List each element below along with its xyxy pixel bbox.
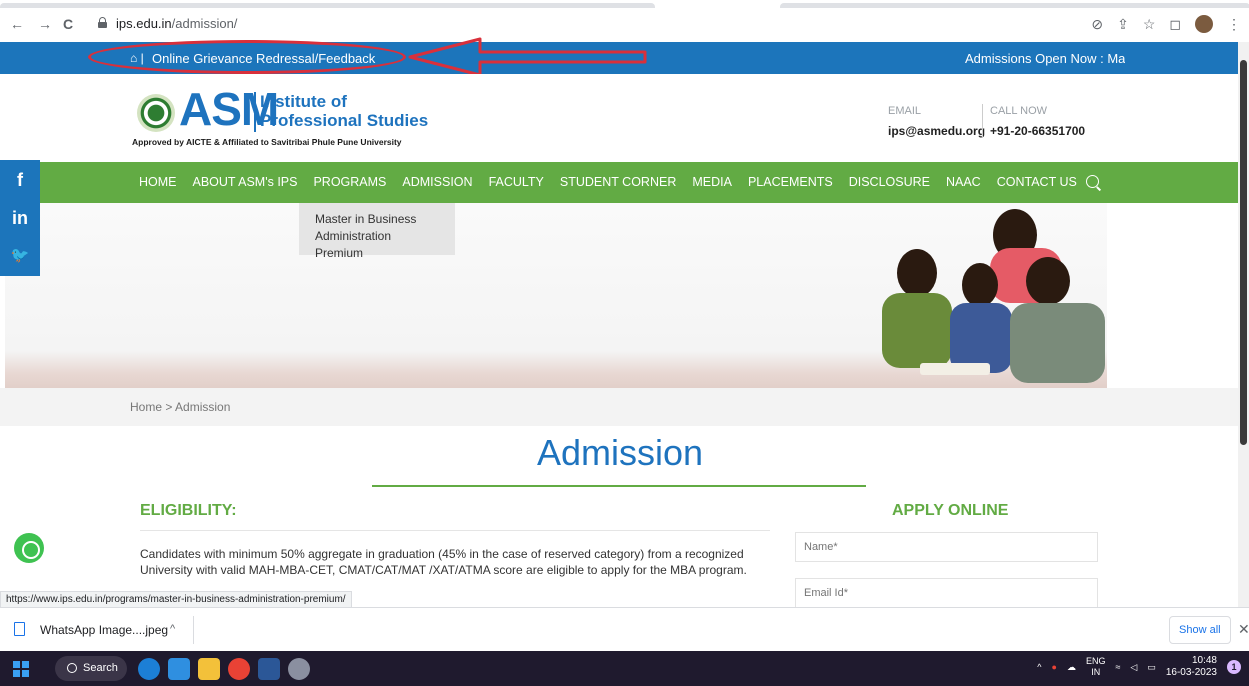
title-underline [372,485,866,487]
breadcrumb-text[interactable]: Home > Admission [130,400,230,414]
windows-taskbar: Search ^ ● ☁ ENG IN ≈ ◁ ▭ 10:48 16-03-2023… [0,651,1249,686]
programs-dropdown-item[interactable]: Master in Business Administration Premiu… [299,203,455,260]
lens-icon[interactable]: ⊘ [1091,16,1103,33]
eligibility-heading: ELIGIBILITY: [140,502,237,519]
nav-programs[interactable]: PROGRAMS [305,162,394,203]
notification-badge[interactable]: 1 [1227,660,1241,674]
nav-contact-us[interactable]: CONTACT US [989,162,1085,203]
linkedin-icon[interactable]: in [0,198,40,238]
annotation-ellipse [88,40,406,74]
image-file-icon [14,622,25,636]
show-all-button[interactable]: Show all [1169,616,1231,644]
email-label: EMAIL [888,105,922,117]
kebab-menu-icon[interactable]: ⋮ [1227,16,1241,33]
nav-faculty[interactable]: FACULTY [481,162,552,203]
students-photo [882,209,1105,383]
nav-home[interactable]: HOME [131,162,185,203]
main-nav: HOME ABOUT ASM's IPS PROGRAMS ADMISSION … [0,162,1249,203]
clock[interactable]: 10:48 16-03-2023 [1166,655,1217,679]
mail-icon[interactable] [168,658,190,680]
nav-naac[interactable]: NAAC [938,162,989,203]
chrome-icon[interactable] [228,658,250,680]
contact-divider [982,104,983,138]
annotation-arrow-icon [408,37,647,77]
language-indicator[interactable]: ENG IN [1086,656,1106,678]
eligibility-text: Candidates with minimum 50% aggregate in… [140,547,747,577]
share-icon[interactable]: ⇪ [1117,16,1129,33]
browser-tab[interactable] [780,3,1249,8]
nav-disclosure[interactable]: DISCLOSURE [841,162,938,203]
hero-banner [5,203,1107,388]
link-status-bubble: https://www.ips.edu.in/programs/master-i… [0,591,352,608]
address-bar[interactable]: ips.edu.in/admission/ [88,14,1138,34]
download-file-name[interactable]: WhatsApp Image....jpeg [40,623,168,637]
whatsapp-icon[interactable] [14,533,44,563]
app-icon[interactable] [288,658,310,680]
reload-button[interactable]: C [63,17,73,31]
file-explorer-icon[interactable] [198,658,220,680]
email-link[interactable]: ips@asmedu.org [888,124,985,138]
asm-seal-logo[interactable] [137,94,175,132]
twitter-icon[interactable]: 🐦 [0,236,40,276]
eligibility-divider [140,530,770,531]
system-tray: ^ ● ☁ ENG IN ≈ ◁ ▭ 10:48 16-03-2023 1 [1037,655,1241,679]
url-text: ips.edu.in/admission/ [116,16,238,31]
word-icon[interactable] [258,658,280,680]
browser-tab-active[interactable] [0,3,655,8]
bookmark-star-icon[interactable]: ☆ [1143,16,1156,33]
tray-network-icon[interactable]: ☁ [1067,662,1076,673]
tray-app-icon[interactable]: ● [1052,662,1057,672]
tab-strip [0,0,1249,8]
side-panel-icon[interactable]: ◻ [1169,16,1181,33]
chevron-up-icon[interactable]: ^ [170,623,175,635]
call-label: CALL NOW [990,105,1048,117]
taskbar-search[interactable]: Search [55,656,127,681]
logo-divider [254,92,256,132]
name-field[interactable] [795,532,1098,562]
search-icon[interactable] [1086,175,1099,188]
chevron-up-icon[interactable]: ^ [1037,662,1041,672]
wifi-icon[interactable]: ≈ [1115,662,1120,672]
nav-student-corner[interactable]: STUDENT CORNER [552,162,684,203]
breadcrumb: Home > Admission [0,388,1249,426]
logo-tagline: Approved by AICTE & Affiliated to Savitr… [132,137,402,147]
browser-actions: ⊘ ⇪ ☆ ◻ ⋮ [1091,14,1241,34]
nav-placements[interactable]: PLACEMENTS [740,162,841,203]
page-title: Admission [536,432,704,473]
nav-admission[interactable]: ADMISSION [394,162,480,203]
edge-icon[interactable] [138,658,160,680]
admissions-marquee: Admissions Open Now : Mas [965,51,1125,66]
institute-name: Institute of Professional Studies [260,92,429,130]
volume-icon[interactable]: ◁ [1130,662,1137,673]
nav-media[interactable]: MEDIA [684,162,740,203]
close-icon[interactable]: ✕ [1238,621,1249,638]
email-field[interactable] [795,578,1098,608]
apply-online-heading: APPLY ONLINE [892,502,1009,519]
windows-start-icon[interactable] [13,661,29,677]
nav-about[interactable]: ABOUT ASM's IPS [185,162,306,203]
forward-button[interactable]: → [38,17,52,31]
profile-avatar[interactable] [1195,15,1213,33]
downloads-bar: WhatsApp Image....jpeg ^ Show all ✕ [0,607,1249,651]
scrollbar-thumb[interactable] [1240,60,1247,445]
battery-icon[interactable]: ▭ [1147,662,1156,673]
phone-link[interactable]: +91-20-66351700 [990,124,1085,138]
facebook-icon[interactable]: f [0,160,40,200]
page-scrollbar[interactable] [1238,42,1249,607]
back-button[interactable]: ← [10,17,24,31]
lock-icon [98,17,107,28]
download-divider [193,616,194,644]
